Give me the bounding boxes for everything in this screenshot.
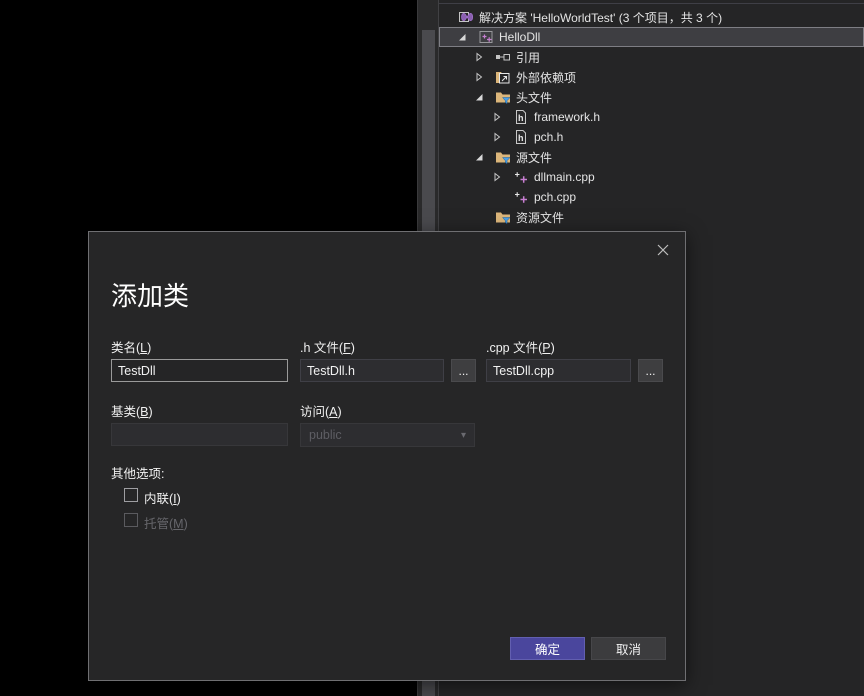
tree-row-header-files[interactable]: 头文件 xyxy=(439,87,864,107)
tree-item-label: 解决方案 'HelloWorldTest' (3 个项目，共 3 个) xyxy=(479,9,722,26)
solution-tree: 解决方案 'HelloWorldTest' (3 个项目，共 3 个) Hell… xyxy=(439,4,864,227)
tree-item-label: pch.h xyxy=(534,130,563,144)
ok-button[interactable]: 确定 xyxy=(510,637,585,660)
tree-item-label: 外部依赖项 xyxy=(516,69,576,86)
collapsed-arrow-icon[interactable] xyxy=(489,132,505,142)
tree-row-solution[interactable]: 解决方案 'HelloWorldTest' (3 个项目，共 3 个) xyxy=(439,7,864,27)
collapsed-arrow-icon[interactable] xyxy=(471,52,487,62)
tree-item-label: 资源文件 xyxy=(516,209,564,226)
header-file-icon: h xyxy=(513,129,529,145)
references-icon xyxy=(495,49,511,65)
filtered-folder-icon xyxy=(495,209,511,225)
svg-text:h: h xyxy=(518,133,524,143)
tree-item-label: 引用 xyxy=(516,49,540,66)
tree-row-pch-cpp[interactable]: pch.cpp xyxy=(439,187,864,207)
h-file-browse-button[interactable]: ... xyxy=(451,359,476,382)
cpp-file-input[interactable] xyxy=(486,359,631,382)
svg-text:h: h xyxy=(518,113,524,123)
close-icon xyxy=(657,244,669,256)
access-label: 访问(A) xyxy=(300,401,342,420)
tree-row-source-files[interactable]: 源文件 xyxy=(439,147,864,167)
access-dropdown-value: public xyxy=(309,428,342,442)
filtered-folder-icon xyxy=(495,149,511,165)
tree-row-dllmain-cpp[interactable]: dllmain.cpp xyxy=(439,167,864,187)
expanded-arrow-icon[interactable] xyxy=(471,152,487,162)
chevron-down-icon: ▾ xyxy=(461,430,466,441)
filtered-folder-icon xyxy=(495,89,511,105)
class-name-label: 类名(L) xyxy=(111,337,151,356)
external-dependencies-icon xyxy=(495,69,511,85)
inline-checkbox[interactable] xyxy=(124,488,138,502)
inline-checkbox-label[interactable]: 内联(I) xyxy=(144,488,181,507)
cpp-file-label: .cpp 文件(P) xyxy=(486,337,555,356)
tree-item-label: framework.h xyxy=(534,110,600,124)
cpp-file-icon xyxy=(513,169,529,185)
tree-row-framework-h[interactable]: h framework.h xyxy=(439,107,864,127)
h-file-input[interactable] xyxy=(300,359,444,382)
class-name-input[interactable] xyxy=(111,359,288,382)
tree-item-label: 源文件 xyxy=(516,149,552,166)
cpp-file-icon xyxy=(513,189,529,205)
solution-icon xyxy=(458,9,474,25)
tree-row-pch-h[interactable]: h pch.h xyxy=(439,127,864,147)
add-class-dialog: 添加类 类名(L) .h 文件(F) .cpp 文件(P) ... ... 基类… xyxy=(88,231,686,681)
tree-row-external-dependencies[interactable]: 外部依赖项 xyxy=(439,67,864,87)
managed-checkbox-label: 托管(M) xyxy=(144,513,188,532)
access-dropdown[interactable]: public ▾ xyxy=(300,423,475,447)
expanded-arrow-icon[interactable] xyxy=(471,92,487,102)
header-file-icon: h xyxy=(513,109,529,125)
other-options-heading: 其他选项: xyxy=(111,463,164,482)
h-file-label: .h 文件(F) xyxy=(300,337,355,356)
base-class-input[interactable] xyxy=(111,423,288,446)
collapsed-arrow-icon[interactable] xyxy=(489,112,505,122)
tree-row-resource-files[interactable]: 资源文件 xyxy=(439,207,864,227)
collapsed-arrow-icon[interactable] xyxy=(471,72,487,82)
tree-item-label: pch.cpp xyxy=(534,190,576,204)
tree-item-label: dllmain.cpp xyxy=(534,170,595,184)
cpp-project-icon xyxy=(478,29,494,45)
cancel-button[interactable]: 取消 xyxy=(591,637,666,660)
collapsed-arrow-icon[interactable] xyxy=(489,172,505,182)
tree-row-hellodll[interactable]: HelloDll xyxy=(439,27,864,47)
dialog-title: 添加类 xyxy=(111,276,189,313)
base-class-label: 基类(B) xyxy=(111,401,153,420)
close-button[interactable] xyxy=(654,241,672,259)
managed-checkbox xyxy=(124,513,138,527)
tree-row-references[interactable]: 引用 xyxy=(439,47,864,67)
tree-item-label: HelloDll xyxy=(499,30,540,44)
expanded-arrow-icon[interactable] xyxy=(454,32,470,42)
tree-item-label: 头文件 xyxy=(516,89,552,106)
cpp-file-browse-button[interactable]: ... xyxy=(638,359,663,382)
